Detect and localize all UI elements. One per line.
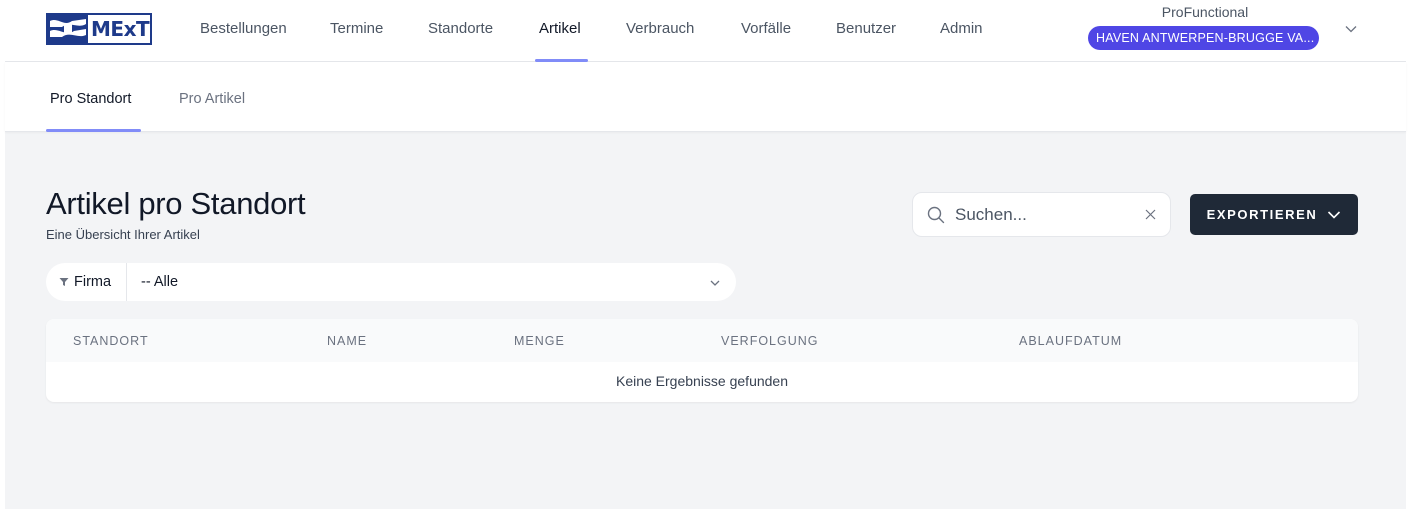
table-header: STANDORT NAME MENGE VERFOLGUNG ABLAUFDAT… [46,319,1358,362]
tab-pro-artikel[interactable]: Pro Artikel [179,91,245,107]
app-frame: MExT Bestellungen Termine Standorte Arti… [5,0,1406,509]
chevron-down-icon[interactable] [709,277,721,289]
nav-item-verbrauch[interactable]: Verbrauch [626,20,694,37]
mext-logo-icon [48,15,88,43]
empty-state-message: Keine Ergebnisse gefunden [615,373,789,389]
company-filter[interactable]: Firma -- Alle [46,263,736,301]
sub-navigation: Pro Standort Pro Artikel [5,62,1406,132]
page-title: Artikel pro Standort [46,186,306,221]
column-header-menge[interactable]: MENGE [514,334,565,348]
close-icon[interactable] [1144,208,1157,221]
page-subtitle: Eine Übersicht Ihrer Artikel [46,227,200,242]
export-button-label: EXPORTIEREN [1206,207,1318,222]
filter-select-value[interactable]: -- Alle [141,274,178,290]
nav-item-admin[interactable]: Admin [940,20,983,37]
export-button[interactable]: EXPORTIEREN [1190,194,1358,235]
filter-icon [59,278,69,286]
nav-item-artikel[interactable]: Artikel [539,20,581,37]
organization-badge[interactable]: HAVEN ANTWERPEN-BRUGGE VA... [1088,26,1319,50]
nav-item-standorte[interactable]: Standorte [428,20,493,37]
top-navigation: MExT Bestellungen Termine Standorte Arti… [5,0,1406,62]
articles-table: STANDORT NAME MENGE VERFOLGUNG ABLAUFDAT… [46,319,1358,402]
active-tab-indicator [46,129,141,132]
column-header-standort[interactable]: STANDORT [73,334,149,348]
tab-pro-standort[interactable]: Pro Standort [50,91,131,107]
search-icon [927,206,945,224]
chevron-down-icon[interactable] [1344,22,1358,36]
filter-label: Firma [46,263,127,301]
nav-item-vorfaelle[interactable]: Vorfälle [741,20,791,37]
column-header-name[interactable]: NAME [327,334,367,348]
chevron-down-icon [1328,210,1341,219]
nav-item-termine[interactable]: Termine [330,20,383,37]
search-box [912,192,1171,237]
filter-label-text: Firma [74,274,112,290]
search-input[interactable] [955,202,1135,228]
column-header-ablaufdatum[interactable]: ABLAUFDATUM [1019,334,1122,348]
account-name: ProFunctional [1161,4,1249,20]
logo-text: MExT [91,17,150,41]
nav-item-benutzer[interactable]: Benutzer [836,20,896,37]
column-header-verfolgung[interactable]: VERFOLGUNG [721,334,819,348]
mext-logo[interactable]: MExT [46,13,152,45]
nav-item-bestellungen[interactable]: Bestellungen [200,20,287,37]
